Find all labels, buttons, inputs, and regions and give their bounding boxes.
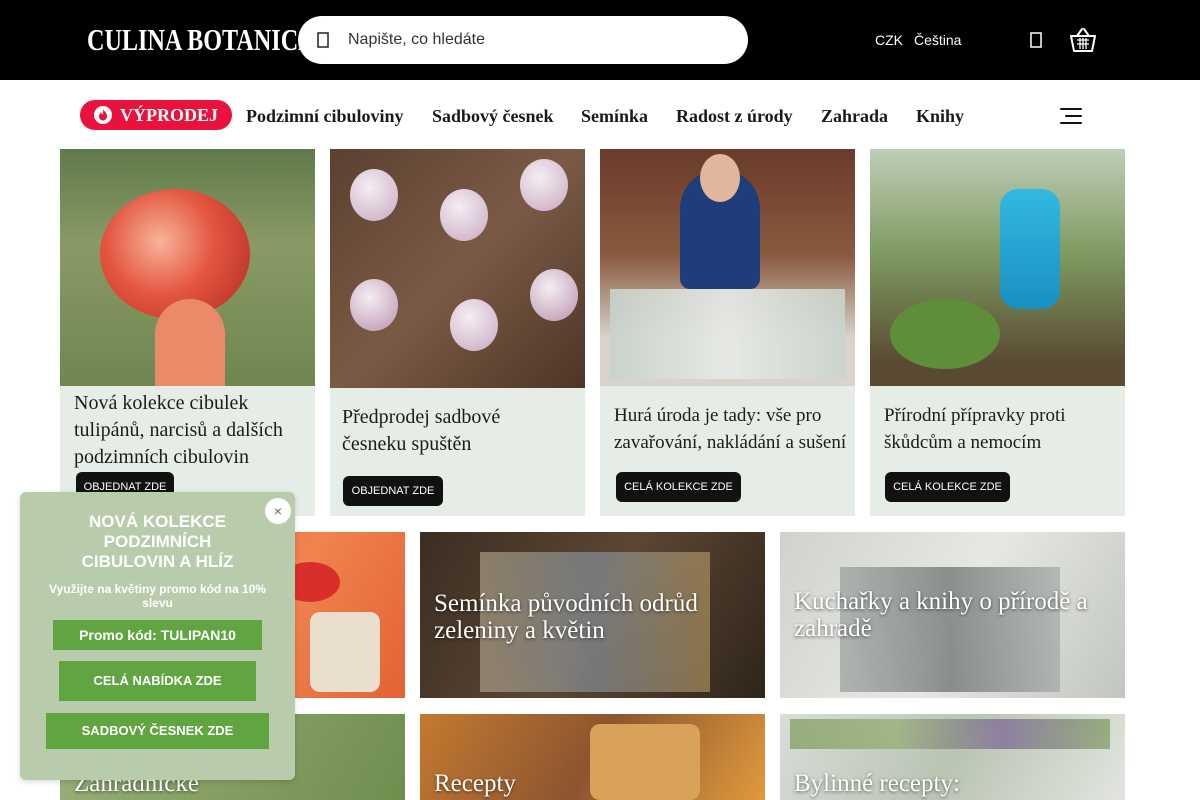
banner-tulips[interactable]: Nová kolekce cibulek tulipánů, narcisů a… (60, 149, 315, 516)
garlic-bulb (450, 299, 498, 351)
promo-code-button[interactable]: Promo kód: TULIPAN10 (53, 620, 262, 650)
nav-item-seminka[interactable]: Semínka (581, 106, 648, 127)
popup-subtitle: Využijte na květiny promo kód na 10% sle… (49, 582, 266, 610)
tile-seeds[interactable]: Semínka původních odrůd zeleniny a květi… (420, 532, 765, 698)
banner-preserving-image (600, 149, 855, 386)
garlic-bulb (440, 189, 488, 241)
search-icon[interactable] (317, 31, 329, 49)
top-header: CULINA BOTANICA CZK Čeština (0, 0, 1200, 80)
garlic-bulb (520, 159, 568, 211)
nav-item-zahrada[interactable]: Zahrada (821, 106, 888, 127)
currency-selector[interactable]: CZK (875, 32, 903, 48)
garlic-bulb (350, 279, 398, 331)
sale-label: VÝPRODEJ (120, 105, 218, 125)
tile-recipes[interactable]: Recepty (420, 714, 765, 800)
banner-garlic-caption: Předprodej sadbové česneku spuštěn OBJED… (330, 388, 585, 516)
nav-item-knihy[interactable]: Knihy (916, 106, 964, 127)
banner-remedies-text: Přírodní přípravky proti škůdcům a nemoc… (884, 405, 1066, 453)
banner-remedies-caption: Přírodní přípravky proti škůdcům a nemoc… (870, 386, 1125, 516)
banner-preserving-caption: Hurá úroda je tady: vše pro zavařování, … (600, 386, 855, 516)
spray-bottle (1000, 189, 1060, 309)
cart-icon[interactable] (1069, 27, 1097, 53)
sale-button[interactable]: VÝPRODEJ (80, 100, 232, 130)
menu-icon[interactable] (1060, 107, 1082, 125)
search-input[interactable] (348, 28, 708, 52)
nav-item-sadbovy-cesnek[interactable]: Sadbový česnek (432, 106, 554, 127)
search-bar[interactable] (298, 16, 748, 64)
banner-preserving-text: Hurá úroda je tady: vše pro zavařování, … (614, 405, 847, 453)
banner-garlic[interactable]: Předprodej sadbové česneku spuštěn OBJED… (330, 149, 585, 516)
language-selector[interactable]: Čeština (914, 32, 961, 48)
banner-garlic-text: Předprodej sadbové česneku spuštěn (342, 406, 501, 455)
banner-tulips-image (60, 149, 315, 386)
flower-pot (155, 299, 225, 386)
woman-face (700, 154, 740, 202)
tile-herbal-recipes[interactable]: Bylinné recepty: (780, 714, 1125, 800)
tile-seeds-text: Semínka původních odrůd zeleniny a květi… (434, 590, 698, 644)
jars (610, 289, 845, 379)
banner-preserving[interactable]: Hurá úroda je tady: vše pro zavařování, … (600, 149, 855, 516)
site-logo[interactable]: CULINA BOTANICA (87, 22, 316, 58)
garlic-offer-button[interactable]: SADBOVÝ ČESNEK ZDE (46, 713, 269, 749)
popup-title: NOVÁ KOLEKCE PODZIMNÍCH CIBULOVIN A HLÍZ (81, 512, 234, 571)
herbs (790, 719, 1110, 749)
banner-natural-remedies[interactable]: Přírodní přípravky proti škůdcům a nemoc… (870, 149, 1125, 516)
banner-garlic-button[interactable]: OBJEDNAT ZDE (343, 476, 443, 506)
user-icon[interactable] (1030, 31, 1042, 49)
tile-books-text: Kuchařky a knihy o přírodě a zahradě (794, 588, 1088, 642)
fire-icon (94, 106, 112, 124)
garlic-bulb (350, 169, 398, 221)
nav-item-podzimni-cibuloviny[interactable]: Podzimní cibuloviny (246, 106, 404, 127)
tile-books[interactable]: Kuchařky a knihy o přírodě a zahradě (780, 532, 1125, 698)
main-navigation: VÝPRODEJ Podzimní cibuloviny Sadbový čes… (0, 80, 1200, 150)
banner-remedies-image (870, 149, 1125, 386)
nav-item-radost-z-urody[interactable]: Radost z úrody (676, 106, 793, 127)
banner-preserving-button[interactable]: CELÁ KOLEKCE ZDE (616, 472, 741, 502)
tulip-bouquet (100, 189, 250, 319)
tile-recipes-text: Recepty (434, 770, 516, 797)
full-offer-button[interactable]: CELÁ NABÍDKA ZDE (59, 661, 256, 701)
garlic-bulb (530, 269, 578, 321)
banner-garlic-image (330, 149, 585, 388)
banner-tulips-text: Nová kolekce cibulek tulipánů, narcisů a… (74, 392, 283, 468)
plant-leaves (890, 299, 1000, 369)
banner-remedies-button[interactable]: CELÁ KOLEKCE ZDE (885, 472, 1010, 502)
tile-herbal-text: Bylinné recepty: (794, 770, 960, 797)
seed-bag (310, 612, 380, 692)
promo-popup: × NOVÁ KOLEKCE PODZIMNÍCH CIBULOVIN A HL… (20, 492, 295, 780)
